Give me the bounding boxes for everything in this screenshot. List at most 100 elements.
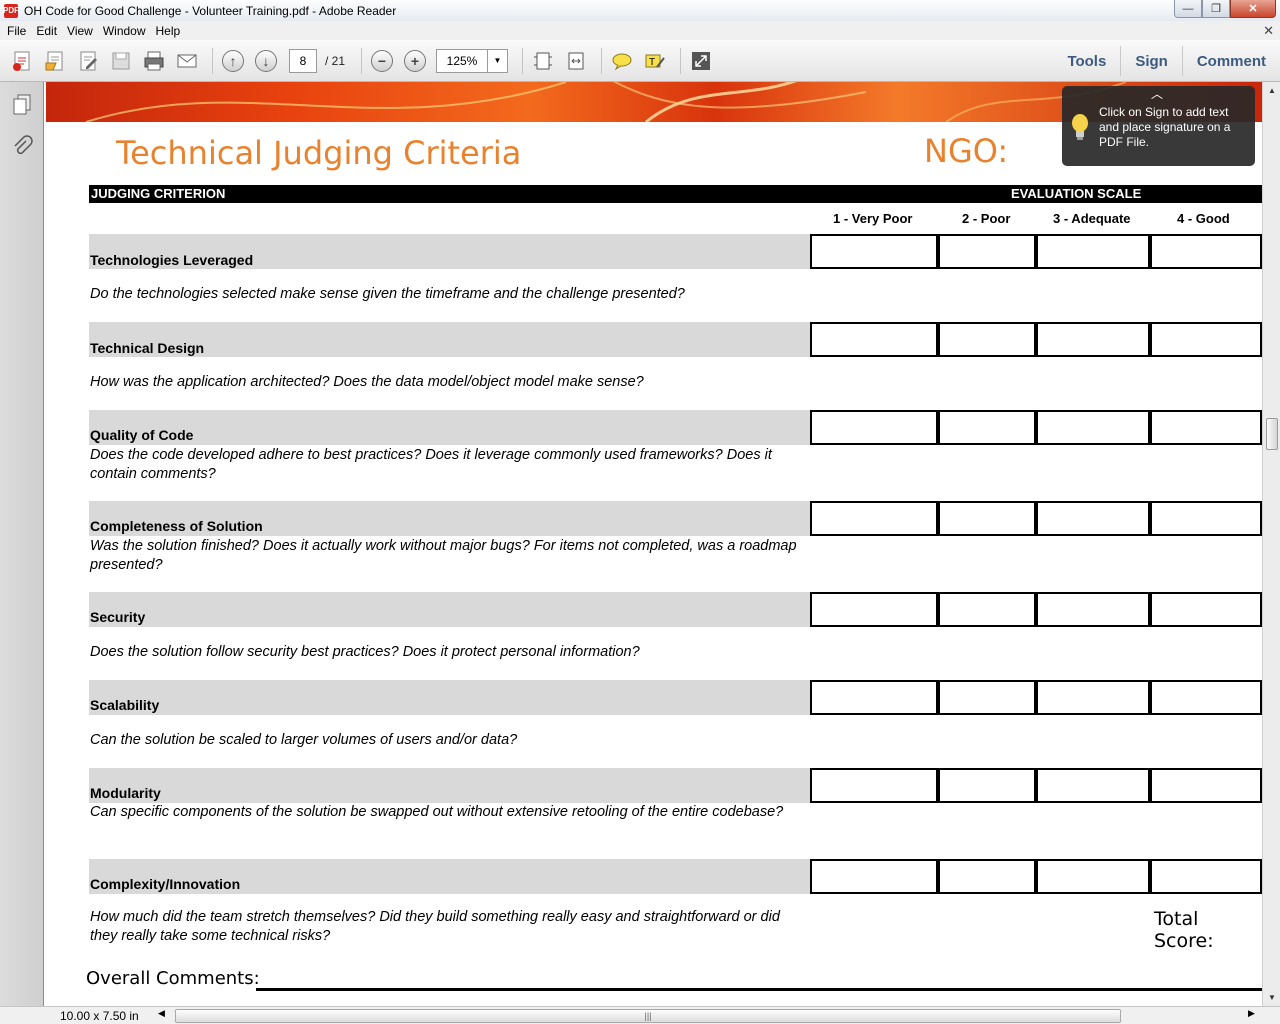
score-box-poor[interactable] [936, 768, 1038, 803]
score-box-poor[interactable] [936, 859, 1038, 894]
menu-view[interactable]: View [62, 24, 98, 38]
score-box-very-poor[interactable] [810, 859, 940, 894]
score-box-adequate[interactable] [1034, 859, 1152, 894]
score-box-good[interactable] [1148, 322, 1262, 357]
scale-label: 1 - Very Poor [833, 211, 913, 226]
create-pdf-icon[interactable] [8, 47, 36, 75]
score-box-good[interactable] [1148, 768, 1262, 803]
full-screen-icon[interactable] [687, 47, 715, 75]
score-box-adequate[interactable] [1034, 768, 1152, 803]
score-box-very-poor[interactable] [810, 501, 940, 536]
scale-labels: 1 - Very Poor 2 - Poor 3 - Adequate 4 - … [44, 211, 1262, 227]
score-box-poor[interactable] [936, 410, 1038, 445]
title-bar: PDF OH Code for Good Challenge - Volunte… [0, 0, 1280, 21]
tab-comment[interactable]: Comment [1181, 46, 1280, 76]
score-box-poor[interactable] [936, 322, 1038, 357]
evaluation-scale-label: EVALUATION SCALE [1011, 186, 1142, 201]
page-thumbnails-icon[interactable] [10, 92, 34, 118]
chevron-down-icon[interactable]: ▼ [487, 49, 507, 72]
criterion-name: Technical Design [90, 340, 205, 356]
score-box-good[interactable] [1148, 410, 1262, 445]
toolbar-separator [361, 47, 363, 74]
menu-window[interactable]: Window [98, 24, 151, 38]
score-box-good[interactable] [1148, 592, 1262, 627]
scroll-thumb[interactable] [1266, 418, 1278, 450]
score-box-very-poor[interactable] [810, 410, 940, 445]
score-box-adequate[interactable] [1034, 322, 1152, 357]
tab-sign[interactable]: Sign [1120, 46, 1182, 76]
criterion-description: Can the solution be scaled to larger vol… [90, 732, 518, 748]
score-box-adequate[interactable] [1034, 680, 1152, 715]
score-box-adequate[interactable] [1034, 234, 1152, 269]
attachments-icon[interactable] [10, 134, 34, 160]
task-panes: Tools Sign Comment [1053, 40, 1280, 82]
score-box-poor[interactable] [936, 501, 1038, 536]
criterion-name: Scalability [90, 697, 160, 713]
scroll-left-icon[interactable]: ◀ [158, 1008, 165, 1019]
toolbar-separator [212, 47, 213, 74]
window-title: OH Code for Good Challenge - Volunteer T… [24, 3, 397, 18]
criteria-header: JUDGING CRITERION EVALUATION SCALE [89, 185, 1262, 203]
adobe-reader-icon: PDF [3, 3, 19, 18]
menu-file[interactable]: File [2, 24, 31, 38]
score-box-very-poor[interactable] [810, 234, 940, 269]
toolbar-separator [522, 47, 524, 74]
highlight-text-icon[interactable]: T [641, 47, 669, 75]
close-document-icon[interactable]: ✕ [1263, 23, 1274, 39]
overall-comments-label: Overall Comments: [86, 968, 260, 989]
save-icon[interactable] [107, 47, 135, 75]
score-box-poor[interactable] [936, 680, 1038, 715]
criterion-description: Does the solution follow security best p… [90, 644, 640, 660]
edit-pdf-icon[interactable] [74, 47, 102, 75]
zoom-select[interactable]: 125% ▼ [436, 48, 509, 73]
score-box-good[interactable] [1148, 680, 1262, 715]
scroll-right-icon[interactable]: ▶ [1248, 1008, 1255, 1019]
next-page-icon[interactable]: ↓ [252, 47, 280, 75]
score-box-good[interactable] [1148, 234, 1262, 269]
print-icon[interactable] [140, 47, 168, 75]
tab-tools[interactable]: Tools [1053, 46, 1120, 76]
close-button[interactable]: ✕ [1230, 0, 1276, 18]
scroll-down-icon[interactable]: ▼ [1263, 989, 1280, 1006]
score-box-good[interactable] [1148, 501, 1262, 536]
score-box-very-poor[interactable] [810, 592, 940, 627]
score-box-good[interactable] [1148, 859, 1262, 894]
score-box-poor[interactable] [936, 234, 1038, 269]
score-box-adequate[interactable] [1034, 501, 1152, 536]
zoom-out-icon[interactable]: − [368, 47, 396, 75]
fit-width-icon[interactable] [562, 47, 590, 75]
page-size-label: 10.00 x 7.50 in [60, 1009, 139, 1023]
criterion-row [89, 680, 810, 715]
score-box-very-poor[interactable] [810, 322, 940, 357]
menu-edit[interactable]: Edit [31, 24, 62, 38]
zoom-in-icon[interactable]: + [401, 47, 429, 75]
total-score-label: Total Score: [1154, 908, 1214, 952]
minimize-button[interactable]: — [1174, 0, 1202, 18]
toolbar: ↑ ↓ 8 / 21 − + 125% ▼ T Tools Sign Comme… [0, 40, 1280, 82]
chevron-up-icon[interactable]: ︿ [1151, 85, 1163, 102]
score-box-poor[interactable] [936, 592, 1038, 627]
email-icon[interactable] [173, 47, 201, 75]
score-box-adequate[interactable] [1034, 410, 1152, 445]
score-box-very-poor[interactable] [810, 768, 940, 803]
page-number-input[interactable]: 8 [289, 48, 317, 73]
open-file-icon[interactable] [41, 47, 69, 75]
vertical-scrollbar[interactable]: ▲ ▼ [1262, 82, 1280, 1006]
score-box-adequate[interactable] [1034, 592, 1152, 627]
previous-page-icon[interactable]: ↑ [219, 47, 247, 75]
scale-label: 4 - Good [1177, 211, 1230, 226]
score-box-very-poor[interactable] [810, 680, 940, 715]
fit-page-icon[interactable] [529, 47, 557, 75]
criterion-row [89, 410, 810, 445]
maximize-button[interactable]: ❐ [1202, 0, 1230, 18]
criterion-name: Quality of Code [90, 427, 194, 443]
page-title: Technical Judging Criteria [116, 134, 522, 172]
horizontal-scroll-thumb[interactable]: ||| [175, 1009, 1121, 1023]
menu-help[interactable]: Help [151, 24, 186, 38]
scroll-up-icon[interactable]: ▲ [1263, 82, 1280, 99]
scale-label: 2 - Poor [962, 211, 1011, 226]
criterion-row [89, 592, 810, 627]
sticky-note-icon[interactable] [608, 47, 636, 75]
criterion-name: Completeness of Solution [90, 518, 263, 534]
criterion-name: Security [90, 609, 146, 625]
